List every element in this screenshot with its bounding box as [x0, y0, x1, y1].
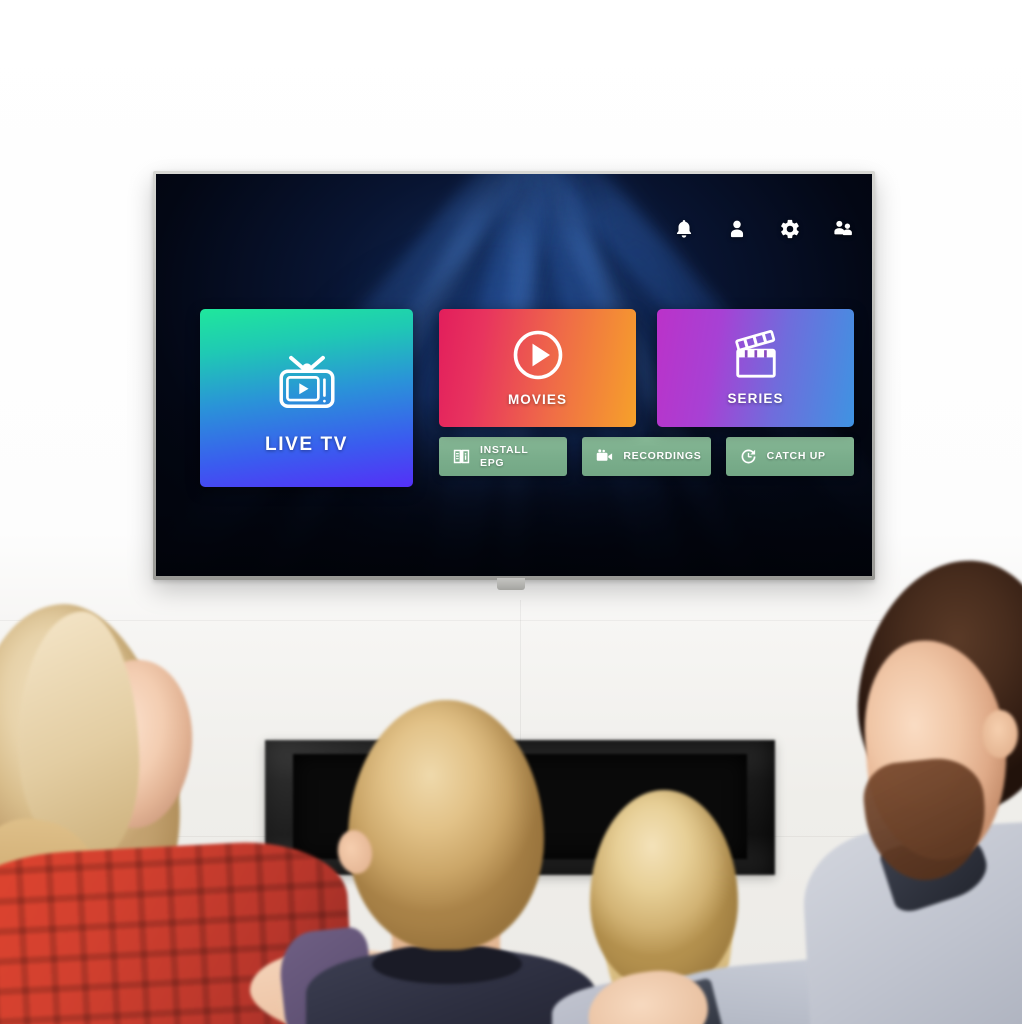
tile-movies[interactable]: MOVIES [439, 309, 636, 427]
tv-screen: LIVE TV MOVIES SERIES INSTALL EPG RECORD… [156, 174, 872, 576]
action-buttons-row: INSTALL EPG RECORDINGS CATCH UP [439, 437, 854, 476]
settings-gear-icon[interactable] [779, 218, 801, 240]
button-install-epg-label: INSTALL EPG [480, 444, 528, 469]
top-tiles-row: MOVIES SERIES [439, 309, 854, 427]
button-recordings-label: RECORDINGS [623, 450, 702, 463]
clapperboard-icon [729, 330, 783, 380]
button-recordings[interactable]: RECORDINGS [582, 437, 711, 476]
label-line-2: EPG [480, 456, 505, 469]
right-column: MOVIES SERIES INSTALL EPG RECORDINGS CAT… [439, 309, 854, 487]
tile-live-tv-label: LIVE TV [265, 434, 348, 455]
wall-seam-vertical [520, 600, 521, 860]
tv-stand-neck [497, 578, 525, 590]
play-circle-icon [512, 329, 564, 381]
living-room-scene: LIVE TV MOVIES SERIES INSTALL EPG RECORD… [0, 0, 1022, 1024]
epg-guide-book-icon [452, 447, 471, 466]
button-catch-up[interactable]: CATCH UP [725, 437, 854, 476]
wall-seam [0, 620, 1022, 621]
tile-series[interactable]: SERIES [657, 309, 854, 427]
clock-history-icon [739, 447, 758, 466]
button-install-epg[interactable]: INSTALL EPG [439, 437, 568, 476]
wall-seam [0, 836, 1022, 837]
tile-movies-label: MOVIES [507, 392, 568, 407]
account-icon[interactable] [726, 218, 748, 240]
retro-tv-play-icon [274, 350, 340, 412]
television: LIVE TV MOVIES SERIES INSTALL EPG RECORD… [153, 171, 875, 580]
switch-user-icon[interactable] [832, 218, 854, 240]
main-menu-grid: LIVE TV MOVIES SERIES INSTALL EPG RECORD… [200, 309, 854, 487]
video-camera-icon [595, 447, 614, 466]
tile-series-label: SERIES [727, 391, 784, 406]
top-icon-bar [673, 218, 854, 240]
notifications-icon[interactable] [673, 218, 695, 240]
label-line-1: INSTALL [480, 444, 529, 457]
tile-live-tv[interactable]: LIVE TV [200, 309, 413, 487]
button-catch-up-label: CATCH UP [766, 450, 826, 463]
